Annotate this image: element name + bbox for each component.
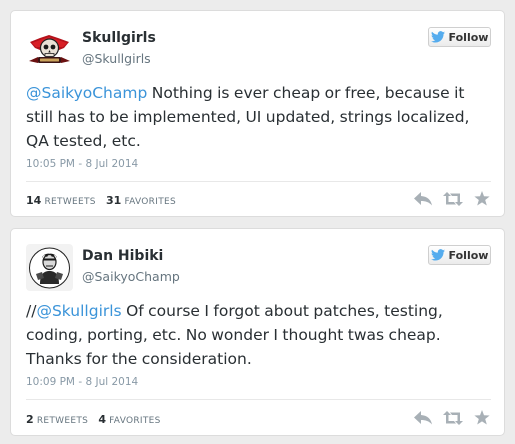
retweets-label: RETWEETS — [44, 197, 96, 207]
reply-icon[interactable] — [414, 191, 432, 206]
twitter-bird-icon — [430, 31, 445, 43]
divider — [26, 181, 491, 182]
tweet-timestamp[interactable]: 10:09 PM - 8 Jul 2014 — [26, 376, 138, 388]
divider — [26, 399, 491, 400]
follow-button[interactable]: Follow — [428, 27, 491, 47]
star-icon[interactable] — [474, 410, 490, 425]
star-icon[interactable] — [474, 191, 490, 206]
follow-button[interactable]: Follow — [428, 245, 491, 265]
dan-hibiki-portrait-icon — [26, 244, 73, 291]
mention-link[interactable]: @SaikyoChamp — [26, 84, 147, 102]
retweet-icon[interactable] — [443, 410, 463, 425]
user-handle[interactable]: @Skullgirls — [82, 51, 151, 66]
tweet-card-skullgirls: Skullgirls @Skullgirls Follow @SaikyoCha… — [10, 10, 505, 217]
display-name[interactable]: Skullgirls — [82, 30, 156, 46]
tweet-prefix: // — [26, 302, 37, 320]
display-name[interactable]: Dan Hibiki — [82, 248, 163, 264]
favorites-label: FAVORITES — [124, 197, 176, 207]
follow-label: Follow — [448, 248, 489, 262]
retweet-count[interactable]: 14 — [26, 194, 41, 207]
tweet-text: @SaikyoChamp Nothing is ever cheap or fr… — [26, 81, 492, 153]
twitter-bird-icon — [430, 249, 445, 261]
retweets-label: RETWEETS — [36, 416, 89, 426]
tweet-stats: 14 RETWEETS 31 FAVORITES — [26, 194, 176, 207]
skullgirls-avatar[interactable] — [26, 26, 73, 73]
tweet-actions — [414, 410, 490, 425]
favorites-label: FAVORITES — [109, 416, 161, 426]
user-handle[interactable]: @SaikyoChamp — [82, 269, 180, 284]
retweet-icon[interactable] — [443, 191, 463, 206]
retweet-count[interactable]: 2 — [26, 413, 34, 426]
tweet-card-dan-hibiki: Dan Hibiki @SaikyoChamp Follow //@Skullg… — [10, 228, 505, 436]
skullgirls-logo-icon — [26, 26, 73, 73]
tweet-timestamp[interactable]: 10:05 PM - 8 Jul 2014 — [26, 158, 138, 170]
favorite-count[interactable]: 4 — [98, 413, 106, 426]
mention-link[interactable]: @Skullgirls — [36, 302, 121, 320]
follow-label: Follow — [448, 30, 489, 44]
tweet-stats: 2 RETWEETS 4 FAVORITES — [26, 413, 161, 426]
favorite-count[interactable]: 31 — [106, 194, 121, 207]
tweet-text: //@Skullgirls Of course I forgot about p… — [26, 299, 492, 371]
reply-icon[interactable] — [414, 410, 432, 425]
dan-hibiki-avatar[interactable] — [26, 244, 73, 291]
tweet-actions — [414, 191, 490, 206]
